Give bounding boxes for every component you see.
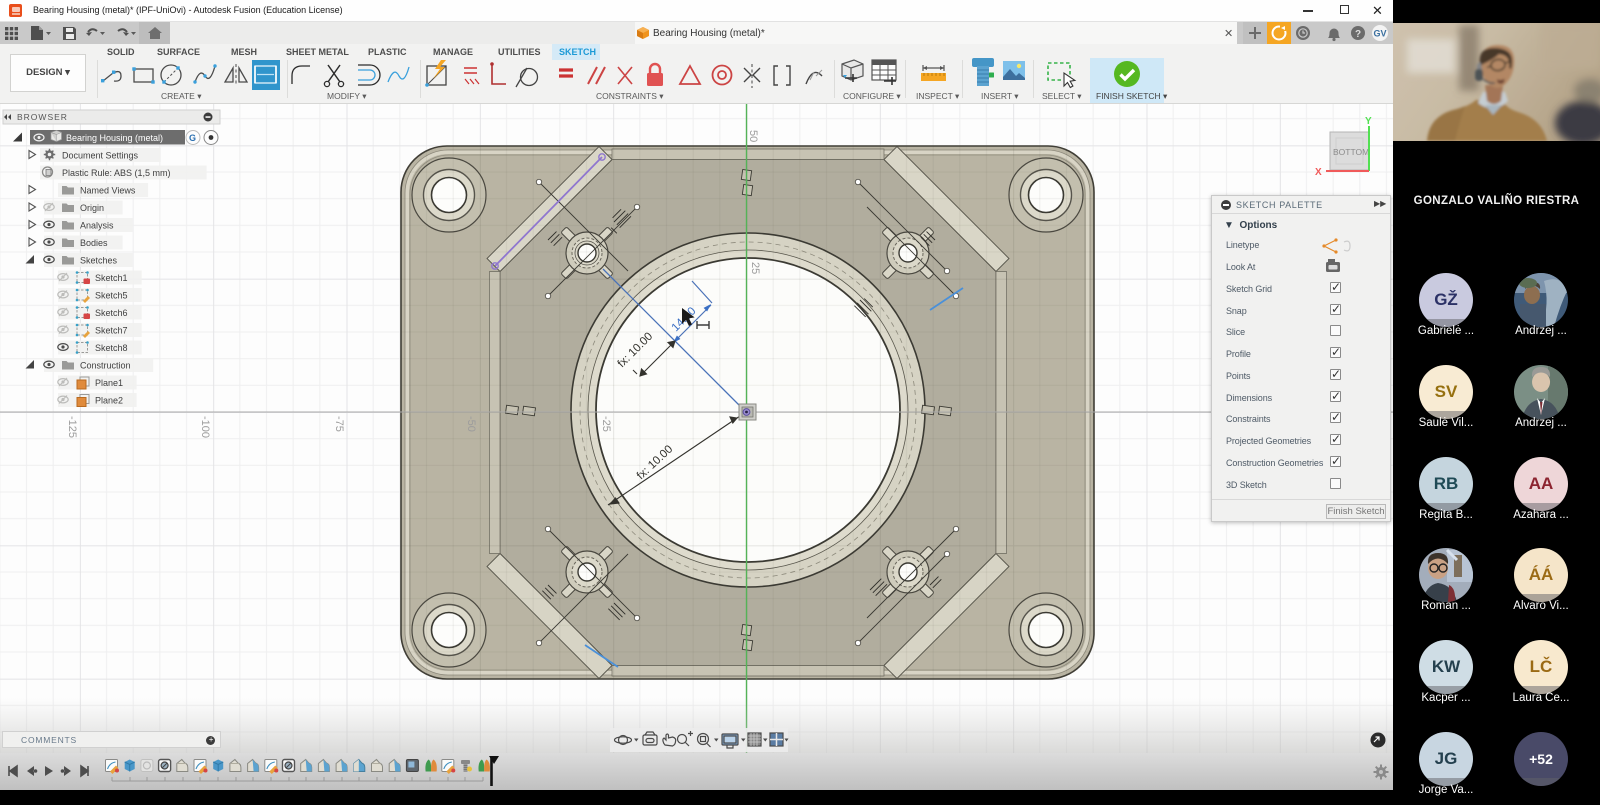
svg-text:Construction: Construction xyxy=(80,361,131,371)
svg-text:Document Settings: Document Settings xyxy=(62,151,139,161)
svg-text:Analysis: Analysis xyxy=(80,221,114,231)
svg-text:?: ? xyxy=(1355,29,1361,40)
svg-text:Named Views: Named Views xyxy=(80,186,136,196)
svg-text:Origin: Origin xyxy=(80,203,104,213)
svg-text:Bodies: Bodies xyxy=(80,238,108,248)
svg-text:-25: -25 xyxy=(600,416,612,432)
svg-text:Sketch6: Sketch6 xyxy=(95,308,128,318)
svg-text:✕: ✕ xyxy=(1224,28,1233,40)
svg-text:Sketch7: Sketch7 xyxy=(95,326,128,336)
svg-text:Sketch8: Sketch8 xyxy=(95,343,128,353)
svg-text:X: X xyxy=(1315,167,1322,178)
svg-text:Sketches: Sketches xyxy=(80,256,118,266)
svg-text:50: 50 xyxy=(747,130,759,142)
svg-text:-75: -75 xyxy=(333,416,345,432)
svg-text:Sketch5: Sketch5 xyxy=(95,291,128,301)
svg-text:Bearing Housing (metal)*: Bearing Housing (metal)* xyxy=(653,28,765,39)
svg-text:-50: -50 xyxy=(465,416,477,432)
svg-text:BOTTOM: BOTTOM xyxy=(1333,147,1369,157)
svg-text:25: 25 xyxy=(749,262,761,274)
svg-text:Plane2: Plane2 xyxy=(95,396,123,406)
svg-text:-125: -125 xyxy=(66,416,78,438)
svg-text:Sketch1: Sketch1 xyxy=(95,273,128,283)
svg-text:Plastic Rule: ABS (1,5 mm): Plastic Rule: ABS (1,5 mm) xyxy=(62,168,171,178)
svg-text:Y: Y xyxy=(1365,116,1372,127)
svg-text:-100: -100 xyxy=(199,416,211,438)
svg-text:GV: GV xyxy=(1374,29,1387,39)
svg-text:Plane1: Plane1 xyxy=(95,378,123,388)
